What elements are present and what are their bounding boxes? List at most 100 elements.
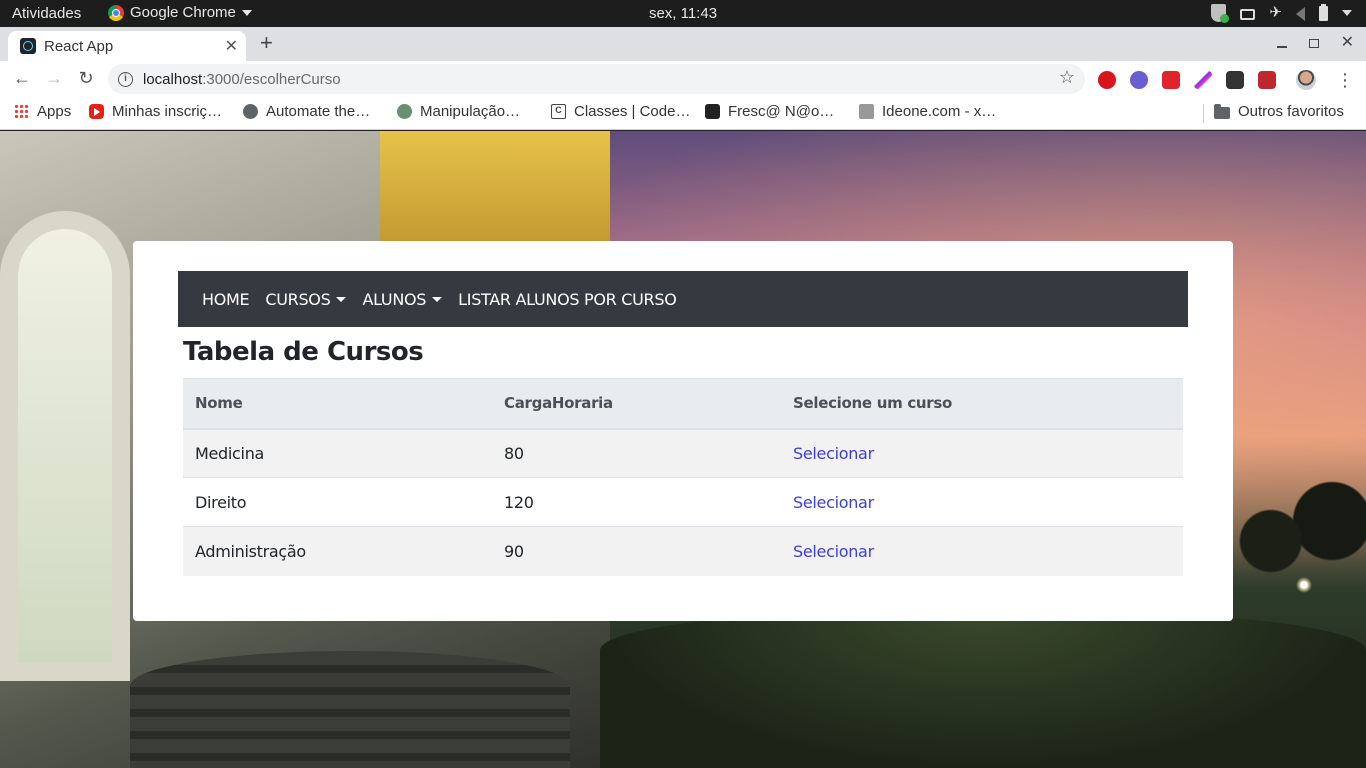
- bookmark-item[interactable]: Fresc@ N@o…: [705, 103, 834, 120]
- address-bar[interactable]: i localhost:3000/escolherCurso ☆: [108, 64, 1085, 94]
- chevron-down-icon[interactable]: [1342, 10, 1352, 16]
- airplane-icon[interactable]: ✈: [1269, 5, 1282, 21]
- bookmark-label: Ideone.com - x…: [882, 103, 997, 120]
- background-photo: [0, 211, 130, 681]
- system-tray[interactable]: ✈: [1211, 3, 1352, 23]
- bookmark-item[interactable]: C Classes | Code…: [551, 103, 690, 120]
- nav-home[interactable]: HOME: [194, 290, 257, 309]
- system-top-bar: Atividades Google Chrome sex, 11:43 ✈: [0, 0, 1366, 27]
- window-controls: ✕: [1276, 34, 1354, 52]
- forward-icon[interactable]: →: [43, 68, 65, 89]
- table-row: Administração 90 Selecionar: [183, 526, 1183, 576]
- app-menu[interactable]: Google Chrome: [108, 4, 252, 21]
- code-icon: C: [551, 104, 566, 119]
- bookmark-label: Classes | Code…: [574, 103, 691, 120]
- app-menu-label: Google Chrome: [130, 4, 236, 21]
- page-title: Tabela de Cursos: [183, 337, 424, 367]
- bookmark-item[interactable]: Ideone.com - x…: [859, 103, 996, 120]
- close-icon[interactable]: ✕: [225, 36, 238, 56]
- nav-label: CURSOS: [265, 289, 331, 309]
- page-viewport: HOME CURSOS ALUNOS LISTAR ALUNOS POR CUR…: [0, 131, 1366, 768]
- background-photo: [1296, 577, 1312, 593]
- new-tab-button[interactable]: +: [260, 30, 273, 56]
- folder-icon: [1214, 103, 1230, 119]
- back-icon[interactable]: ←: [11, 68, 33, 89]
- bookmark-label: Apps: [37, 103, 72, 120]
- table-row: Direito 120 Selecionar: [183, 477, 1183, 527]
- cursos-table: Nome CargaHoraria Selecione um curso Med…: [183, 378, 1183, 576]
- activities-button[interactable]: Atividades: [12, 5, 81, 22]
- caret-down-icon: [336, 296, 347, 302]
- ideone-icon: [859, 104, 874, 119]
- background-photo: [1230, 461, 1366, 661]
- globe-icon: [243, 104, 258, 119]
- apps-grid-icon: [14, 104, 29, 119]
- extensions-bar: ⋮: [1098, 70, 1354, 90]
- browser-toolbar: ← → ↻ i localhost:3000/escolherCurso ☆ ⋮: [0, 61, 1366, 97]
- reload-icon[interactable]: ↻: [75, 68, 97, 89]
- divider: [1203, 104, 1204, 123]
- chevron-down-icon: [241, 9, 252, 16]
- bookmarks-bar: Apps Minhas inscriç… Automate the… Manip…: [0, 97, 1366, 130]
- screen-icon[interactable]: [1240, 9, 1256, 20]
- pen-extension-icon[interactable]: [1194, 71, 1212, 89]
- extension-icon[interactable]: [1258, 71, 1276, 89]
- tab-strip: React App ✕ + ✕: [0, 27, 1366, 61]
- selecionar-link[interactable]: Selecionar: [793, 542, 874, 561]
- bookmark-item[interactable]: Minhas inscriç…: [89, 103, 222, 120]
- avatar[interactable]: [1296, 70, 1316, 90]
- selecionar-link[interactable]: Selecionar: [793, 444, 874, 463]
- chrome-icon: [108, 4, 124, 21]
- app-navbar: HOME CURSOS ALUNOS LISTAR ALUNOS POR CUR…: [178, 271, 1188, 327]
- react-icon: [20, 38, 36, 54]
- cell-carga: 90: [492, 526, 781, 576]
- extension-icon[interactable]: [1130, 71, 1148, 89]
- restore-icon[interactable]: [1308, 39, 1319, 48]
- nav-listar-alunos[interactable]: LISTAR ALUNOS POR CURSO: [450, 290, 684, 309]
- bookmark-label: Manipulação…: [420, 103, 521, 120]
- cell-nome: Direito: [183, 477, 492, 527]
- minimize-icon[interactable]: [1276, 46, 1287, 48]
- bookmark-label: Minhas inscriç…: [112, 103, 223, 120]
- nav-label: ALUNOS: [362, 289, 427, 309]
- battery-icon[interactable]: [1319, 3, 1328, 21]
- bookmark-label: Fresc@ N@o…: [728, 103, 835, 120]
- background-photo: [130, 651, 570, 768]
- bookmark-label: Outros favoritos: [1238, 103, 1344, 120]
- pin-extension-icon[interactable]: [1162, 71, 1180, 89]
- content-card: HOME CURSOS ALUNOS LISTAR ALUNOS POR CUR…: [133, 241, 1233, 621]
- column-header-carga: CargaHoraria: [492, 378, 781, 430]
- bookmark-item[interactable]: Manipulação…: [397, 103, 520, 120]
- cell-carga: 80: [492, 428, 781, 478]
- url-host: localhost: [143, 70, 203, 88]
- tab-react-app[interactable]: React App ✕: [8, 31, 246, 61]
- cell-carga: 120: [492, 477, 781, 527]
- nav-label: LISTAR ALUNOS POR CURSO: [458, 289, 677, 309]
- nav-alunos-dropdown[interactable]: ALUNOS: [354, 290, 450, 309]
- info-icon[interactable]: i: [118, 71, 133, 87]
- column-header-nome: Nome: [183, 378, 492, 430]
- bookmark-item[interactable]: Automate the…: [243, 103, 370, 120]
- bookmark-apps[interactable]: Apps: [14, 103, 71, 120]
- caret-down-icon: [432, 296, 443, 302]
- cell-nome: Administração: [183, 526, 492, 576]
- site-icon: [397, 104, 412, 119]
- volume-icon[interactable]: [1296, 6, 1305, 21]
- youtube-icon: [89, 104, 104, 119]
- tab-title: React App: [44, 37, 114, 55]
- url-path: :3000/escolherCurso: [202, 70, 341, 88]
- table-header-row: Nome CargaHoraria Selecione um curso: [183, 378, 1183, 430]
- close-window-icon[interactable]: ✕: [1341, 34, 1354, 52]
- adblock-extension-icon[interactable]: [1098, 71, 1116, 89]
- cell-nome: Medicina: [183, 428, 492, 478]
- site-icon: [705, 104, 720, 119]
- nav-cursos-dropdown[interactable]: CURSOS: [257, 290, 354, 309]
- bookmark-star-icon[interactable]: ☆: [1059, 67, 1075, 88]
- nav-label: HOME: [202, 289, 250, 309]
- selecionar-link[interactable]: Selecionar: [793, 493, 874, 512]
- extension-icon[interactable]: [1226, 71, 1244, 89]
- shield-icon[interactable]: [1211, 4, 1230, 23]
- table-row: Medicina 80 Selecionar: [183, 428, 1183, 478]
- menu-icon[interactable]: ⋮: [1336, 71, 1354, 89]
- other-bookmarks[interactable]: Outros favoritos: [1214, 103, 1344, 120]
